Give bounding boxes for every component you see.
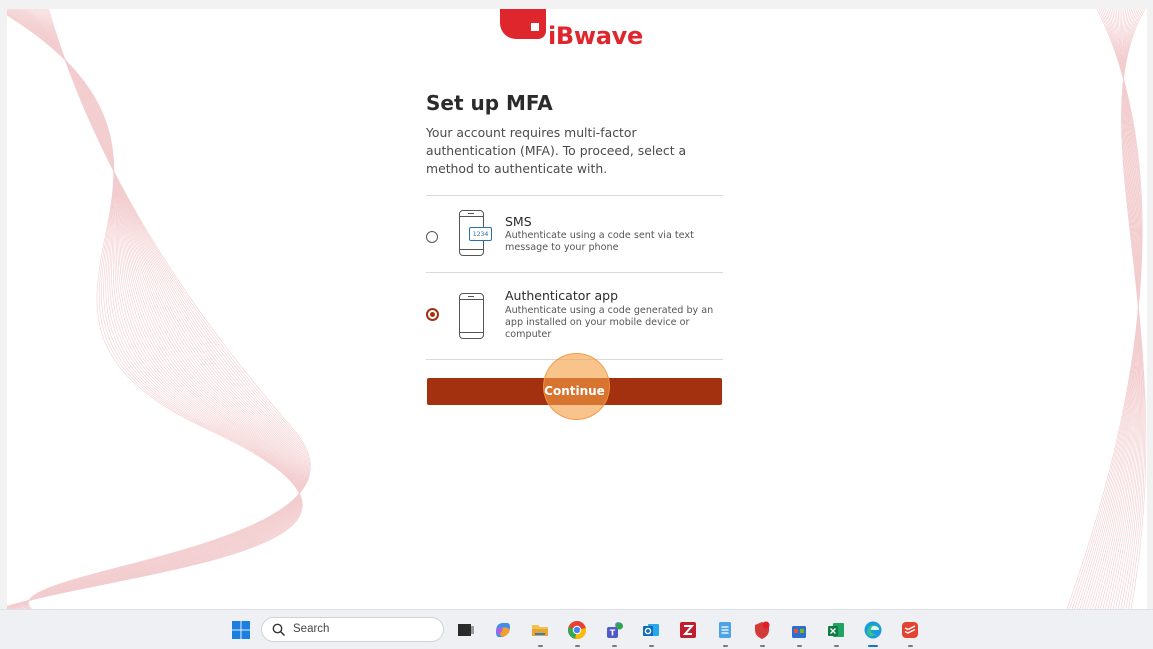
outlook-icon[interactable]	[641, 620, 661, 640]
window-frame-left	[0, 0, 7, 609]
security-icon[interactable]	[752, 620, 772, 640]
excel-icon[interactable]	[826, 620, 846, 640]
option-description-authenticator: Authenticate using a code generated by a…	[505, 305, 714, 340]
search-placeholder: Search	[293, 623, 330, 635]
authenticator-radio-button[interactable]	[426, 308, 439, 321]
filezilla-icon[interactable]	[678, 620, 698, 640]
divider	[426, 359, 723, 360]
search-icon	[272, 623, 286, 637]
page-title: Set up MFA	[426, 91, 553, 115]
ibwave-logo-mark	[500, 9, 546, 39]
option-authenticator-app[interactable]: Authenticator app Authenticate using a c…	[426, 273, 723, 359]
edge-icon[interactable]	[863, 620, 883, 640]
mobile-phone-icon	[459, 293, 484, 339]
ibwave-logo: iBwave	[500, 9, 660, 50]
sms-radio-button[interactable]	[426, 231, 438, 243]
continue-button[interactable]	[427, 378, 722, 405]
notepad-icon[interactable]	[715, 620, 735, 640]
start-icon[interactable]	[231, 620, 251, 640]
task-view-icon[interactable]	[456, 620, 476, 640]
file-explorer-icon[interactable]	[530, 620, 550, 640]
store-icon[interactable]	[789, 620, 809, 640]
option-sms[interactable]: 1234 SMS Authenticate using a code sent …	[426, 196, 723, 272]
teams-icon[interactable]: T	[604, 620, 624, 640]
ibwave-logo-text: iBwave	[548, 22, 644, 50]
sms-phone-icon: 1234	[459, 210, 492, 256]
page-description: Your account requires multi-factor authe…	[426, 125, 687, 176]
svg-text:T: T	[610, 629, 616, 638]
window-frame-right	[1147, 0, 1153, 609]
copilot-icon[interactable]	[493, 620, 513, 640]
option-title-sms: SMS	[505, 214, 532, 229]
windows-taskbar: Search T	[0, 609, 1153, 649]
option-title-authenticator: Authenticator app	[505, 288, 619, 303]
window-frame-top	[0, 0, 1153, 9]
todoist-icon[interactable]	[900, 620, 920, 640]
option-description-sms: Authenticate using a code sent via text …	[505, 230, 694, 253]
chrome-icon[interactable]	[567, 620, 587, 640]
sms-code-bubble: 1234	[469, 227, 492, 241]
taskbar-search-box[interactable]: Search	[261, 617, 444, 642]
